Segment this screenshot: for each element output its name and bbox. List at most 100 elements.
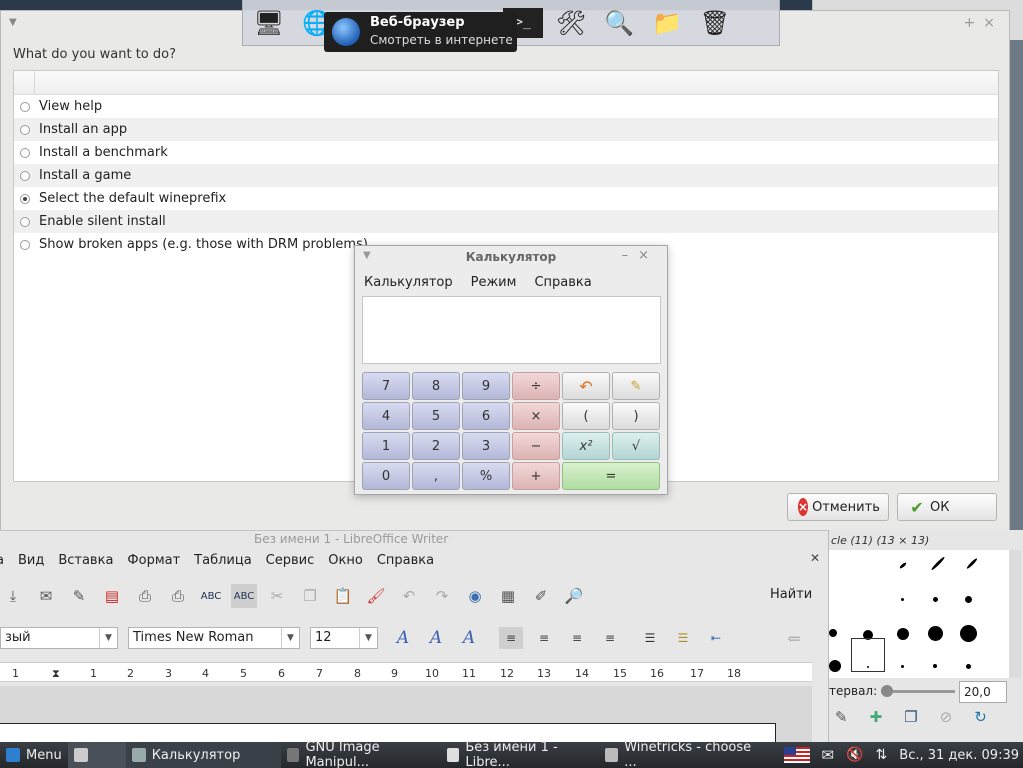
- indent-marker-icon[interactable]: ⧗: [52, 667, 60, 681]
- clone-formatting-icon[interactable]: 🖌: [363, 584, 389, 608]
- chevron-down-icon[interactable]: ▼: [359, 628, 377, 648]
- brush-grid[interactable]: [829, 550, 1009, 678]
- radio-button[interactable]: [20, 147, 30, 158]
- option-install-benchmark[interactable]: Install a benchmark: [14, 141, 998, 164]
- align-left-icon[interactable]: ≡: [499, 627, 523, 649]
- key-0[interactable]: 0: [362, 462, 410, 490]
- save-icon[interactable]: ⤓: [0, 584, 26, 608]
- menu-table[interactable]: Таблица: [194, 553, 252, 573]
- interval-value[interactable]: 20,0: [959, 681, 1007, 703]
- calculator-display[interactable]: [362, 296, 661, 364]
- radio-button[interactable]: [20, 170, 30, 181]
- key-percent[interactable]: %: [462, 462, 510, 490]
- brush-swatch[interactable]: [933, 664, 937, 668]
- cut-icon[interactable]: ✂: [264, 584, 290, 608]
- option-install-game[interactable]: Install a game: [14, 164, 998, 187]
- window-controls[interactable]: –×: [622, 248, 659, 263]
- navigator-icon[interactable]: ◉: [462, 584, 488, 608]
- draw-functions-icon[interactable]: ✐: [528, 584, 554, 608]
- key-divide[interactable]: ÷: [512, 372, 560, 400]
- brush-swatch[interactable]: [965, 596, 972, 603]
- brush-swatch[interactable]: [897, 628, 909, 640]
- radio-button[interactable]: [20, 216, 30, 227]
- window-menu-icon[interactable]: ▼: [9, 17, 17, 28]
- key-decimal[interactable]: ,: [412, 462, 460, 490]
- task-calculator[interactable]: Калькулятор: [125, 742, 281, 768]
- underline-icon[interactable]: A: [457, 627, 481, 649]
- option-install-app[interactable]: Install an app: [14, 118, 998, 141]
- spellcheck-icon[interactable]: ABC: [198, 584, 224, 608]
- brush-swatch[interactable]: [829, 629, 837, 637]
- brush-swatch[interactable]: [928, 626, 943, 641]
- menu-help[interactable]: Справка: [377, 553, 434, 573]
- task-writer[interactable]: Без имени 1 - Libre...: [441, 740, 599, 768]
- find-replace-icon[interactable]: 🔎: [561, 584, 587, 608]
- key-multiply[interactable]: ×: [512, 402, 560, 430]
- key-4[interactable]: 4: [362, 402, 410, 430]
- menu-insert[interactable]: Вставка: [58, 553, 113, 573]
- italic-icon[interactable]: A: [424, 627, 448, 649]
- key-3[interactable]: 3: [462, 432, 510, 460]
- brush-swatch[interactable]: [966, 664, 971, 669]
- menu-button[interactable]: Menu: [0, 742, 68, 768]
- chevron-down-icon[interactable]: ▼: [281, 628, 299, 648]
- menu-edit[interactable]: а: [0, 553, 4, 573]
- brush-swatch[interactable]: [930, 556, 946, 571]
- edit-brush-icon[interactable]: ✎: [835, 708, 848, 726]
- brush-scrollbar[interactable]: [1009, 550, 1021, 678]
- refresh-brushes-icon[interactable]: ↻: [974, 708, 987, 726]
- brush-swatch[interactable]: [933, 597, 938, 602]
- close-document-icon[interactable]: ✕: [810, 551, 820, 565]
- paragraph-style-select[interactable]: зый ▼: [0, 627, 118, 649]
- window-controls[interactable]: +×: [964, 15, 1003, 31]
- task-winetricks[interactable]: Winetricks - choose ...: [599, 740, 769, 768]
- align-right-icon[interactable]: ≡: [565, 627, 589, 649]
- task-gimp[interactable]: GNU Image Manipul...: [281, 740, 441, 768]
- table-icon[interactable]: ▦: [495, 584, 521, 608]
- horizontal-ruler[interactable]: 1 ⧗ 1 2 3 4 5 6 7 8 9 10 11 12 13 14 15 …: [0, 662, 812, 682]
- menu-window[interactable]: Окно: [328, 553, 363, 573]
- new-brush-icon[interactable]: ✚: [870, 708, 883, 726]
- interval-slider-handle[interactable]: [881, 685, 893, 697]
- menu-format[interactable]: Формат: [127, 553, 180, 573]
- key-clear[interactable]: ✎: [612, 372, 660, 400]
- option-view-help[interactable]: View help: [14, 95, 998, 118]
- menu-tools[interactable]: Сервис: [266, 553, 315, 573]
- brush-swatch[interactable]: [901, 665, 904, 668]
- font-size-select[interactable]: 12 ▼: [310, 627, 378, 649]
- duplicate-brush-icon[interactable]: ❐: [904, 708, 917, 726]
- network-icon[interactable]: ⇅: [876, 747, 888, 763]
- paste-icon[interactable]: 📋: [330, 584, 356, 608]
- email-icon[interactable]: ✉: [33, 584, 59, 608]
- key-equals[interactable]: =: [562, 462, 660, 490]
- brush-swatch[interactable]: [965, 557, 979, 570]
- key-7[interactable]: 7: [362, 372, 410, 400]
- menu-calculator[interactable]: Калькулятор: [364, 275, 453, 290]
- chevron-down-icon[interactable]: ▼: [99, 628, 117, 648]
- cancel-button[interactable]: × Отменить: [787, 493, 889, 521]
- bullets-icon[interactable]: ☰: [671, 627, 695, 649]
- option-select-default-wineprefix[interactable]: Select the default wineprefix: [14, 187, 998, 210]
- brush-swatch[interactable]: [960, 625, 977, 642]
- key-1[interactable]: 1: [362, 432, 410, 460]
- radio-button[interactable]: [20, 124, 30, 135]
- export-pdf-icon[interactable]: ▤: [99, 584, 125, 608]
- key-add[interactable]: +: [512, 462, 560, 490]
- radio-button-checked[interactable]: [20, 193, 30, 204]
- keyboard-layout-flag-icon[interactable]: [783, 747, 810, 763]
- print-preview-icon[interactable]: ⎙: [165, 584, 191, 608]
- edit-file-icon[interactable]: ✎: [66, 584, 92, 608]
- mail-icon[interactable]: ✉: [822, 746, 835, 764]
- menu-help[interactable]: Справка: [534, 275, 591, 290]
- decrease-indent-icon[interactable]: ⇤: [704, 627, 728, 649]
- align-center-icon[interactable]: ≡: [532, 627, 556, 649]
- arrow-left-icon[interactable]: ⇐: [782, 627, 806, 649]
- key-9[interactable]: 9: [462, 372, 510, 400]
- brush-swatch[interactable]: [898, 561, 908, 570]
- print-icon[interactable]: ⎙: [132, 584, 158, 608]
- key-open-paren[interactable]: (: [562, 402, 610, 430]
- option-enable-silent-install[interactable]: Enable silent install: [14, 210, 998, 233]
- key-2[interactable]: 2: [412, 432, 460, 460]
- key-subtract[interactable]: −: [512, 432, 560, 460]
- autospellcheck-icon[interactable]: ABC: [231, 584, 257, 608]
